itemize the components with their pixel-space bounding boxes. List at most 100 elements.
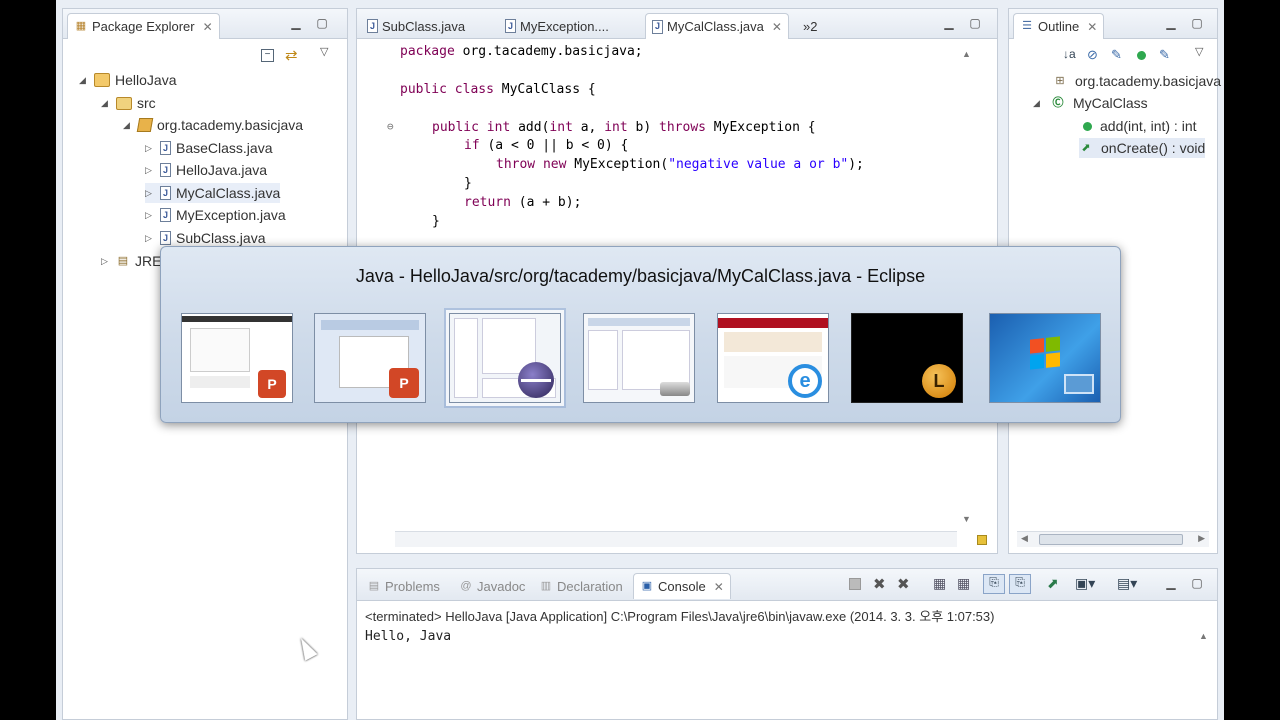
pin-console-icon[interactable]: ⬈ — [1047, 575, 1059, 592]
tree-label: MyCalClass.java — [176, 185, 281, 201]
maximize-icon[interactable]: ▢ — [316, 17, 328, 29]
link-with-editor-icon[interactable]: ⇄ — [285, 46, 298, 64]
package-explorer-icon: ▦ — [75, 20, 87, 32]
tree-item-file[interactable]: ▷ J SubClass.java — [145, 228, 266, 248]
windows-desktop-icon — [1064, 374, 1094, 394]
tab-subclass[interactable]: J SubClass.java — [361, 13, 471, 39]
outline-label: add(int, int) : int — [1100, 118, 1197, 134]
collapsed-twisty-icon[interactable]: ▷ — [145, 165, 155, 176]
scroll-down-icon[interactable]: ▼ — [962, 514, 971, 524]
scroll-left-icon[interactable]: ◀ — [1021, 533, 1028, 544]
tab-javadoc[interactable]: @ Javadoc — [453, 573, 531, 599]
remove-all-icon[interactable]: ✖ — [897, 575, 910, 593]
tab-declaration[interactable]: ▥ Declaration — [533, 573, 629, 599]
tab-label: Package Explorer — [92, 19, 195, 34]
code-line: if (a < 0 || b < 0) { — [464, 138, 629, 153]
code-line: public int add(int a, int b) throws MyEx… — [432, 120, 816, 135]
minimize-icon[interactable]: ▁ — [1165, 577, 1177, 589]
expanded-twisty-icon[interactable]: ◢ — [79, 75, 89, 86]
collapsed-twisty-icon[interactable]: ▷ — [145, 210, 155, 221]
sort-icon[interactable]: ↓a — [1063, 47, 1076, 61]
outline-item-class[interactable]: ◢ Ⓒ MyCalClass — [1033, 93, 1148, 113]
tab-outline[interactable]: ☰ Outline ✕ — [1013, 13, 1105, 39]
java-file-icon: J — [160, 163, 171, 177]
windows-logo-icon — [1030, 336, 1060, 370]
maximize-icon[interactable]: ▢ — [1191, 17, 1203, 29]
maximize-icon[interactable]: ▢ — [1191, 577, 1203, 589]
tree-item-file[interactable]: ▷ J MyCalClass.java — [145, 183, 281, 203]
scroll-up-icon[interactable]: ▲ — [1199, 631, 1208, 641]
show-stderr-icon[interactable]: ⎘ — [1009, 574, 1031, 594]
window-thumbnail[interactable] — [989, 313, 1101, 403]
tree-item-file[interactable]: ▷ J HelloJava.java — [145, 160, 267, 180]
remove-launch-icon[interactable]: ✖ — [873, 575, 886, 593]
view-menu-icon[interactable]: ▽ — [320, 45, 328, 58]
tab-problems[interactable]: ▤ Problems — [361, 573, 446, 599]
expanded-twisty-icon[interactable]: ◢ — [101, 98, 111, 109]
tree-item-src[interactable]: ◢ src — [101, 93, 156, 113]
hide-fields-icon[interactable]: ⊘ — [1087, 47, 1098, 63]
outline-item-method[interactable]: add(int, int) : int — [1083, 116, 1197, 136]
tab-myexception[interactable]: J MyException.... — [499, 13, 615, 39]
internet-explorer-icon: e — [788, 364, 822, 398]
source-folder-icon — [116, 96, 132, 110]
warning-marker-icon[interactable] — [977, 535, 987, 545]
close-icon[interactable]: ✕ — [203, 20, 213, 34]
expanded-twisty-icon[interactable]: ◢ — [123, 120, 133, 131]
outline-item-package[interactable]: ⊞ org.tacademy.basicjava — [1053, 71, 1221, 91]
tree-label: src — [137, 95, 156, 111]
tree-item-file[interactable]: ▷ J BaseClass.java — [145, 138, 273, 158]
show-stdout-icon[interactable]: ⎘ — [983, 574, 1005, 594]
horizontal-scrollbar[interactable] — [395, 531, 957, 547]
more-tabs-button[interactable]: »2 — [797, 13, 823, 39]
open-console-icon[interactable]: ▤▾ — [1117, 575, 1137, 592]
lecture-app-icon: L — [922, 364, 956, 398]
expanded-twisty-icon[interactable]: ◢ — [1033, 98, 1043, 109]
scroll-up-icon[interactable]: ▲ — [962, 49, 971, 59]
console-output[interactable]: Hello, Java — [365, 629, 451, 644]
collapsed-twisty-icon[interactable]: ▷ — [145, 143, 155, 154]
window-thumbnail-selected[interactable] — [446, 310, 564, 406]
horizontal-scrollbar[interactable]: ◀ ▶ — [1017, 531, 1209, 547]
outline-item-method[interactable]: ⬈ onCreate() : void — [1079, 138, 1206, 158]
hide-local-types-icon[interactable]: ✎ — [1159, 47, 1170, 63]
tree-label: JRE — [135, 253, 162, 269]
tree-item-file[interactable]: ▷ J MyException.java — [145, 205, 286, 225]
collapse-all-icon[interactable]: − — [261, 49, 274, 62]
minimize-icon[interactable]: ▁ — [943, 17, 955, 29]
window-thumbnail[interactable]: e — [717, 313, 829, 403]
tree-item-project[interactable]: ◢ HelloJava — [79, 70, 176, 90]
window-thumbnail[interactable]: P — [181, 313, 293, 403]
tab-mycalclass[interactable]: J MyCalClass.java ✕ — [645, 13, 789, 39]
package-icon — [136, 118, 154, 132]
collapsed-twisty-icon[interactable]: ▷ — [145, 233, 155, 244]
window-thumbnail[interactable] — [583, 313, 695, 403]
clear-console-icon[interactable]: ▦ — [933, 575, 946, 592]
minimize-icon[interactable]: ▁ — [1165, 17, 1177, 29]
display-console-icon[interactable]: ▣▾ — [1075, 575, 1095, 592]
maximize-icon[interactable]: ▢ — [969, 17, 981, 29]
tree-item-jre[interactable]: ▷ ▤ JRE — [101, 251, 161, 271]
tree-item-package[interactable]: ◢ org.tacademy.basicjava — [123, 115, 303, 135]
minimize-icon[interactable]: ▁ — [290, 17, 302, 29]
fold-toggle-icon[interactable]: ⊖ — [387, 120, 394, 133]
hide-nonpublic-icon[interactable] — [1137, 51, 1146, 60]
tab-label: MyCalClass.java — [667, 19, 764, 34]
window-thumbnail[interactable]: L — [851, 313, 963, 403]
close-icon[interactable]: ✕ — [1087, 20, 1097, 34]
eclipse-icon — [518, 362, 554, 398]
tab-package-explorer[interactable]: ▦ Package Explorer ✕ — [67, 13, 220, 39]
window-thumbnail[interactable]: P — [314, 313, 426, 403]
console-tabbar: ▤ Problems @ Javadoc ▥ Declaration ▣ Con… — [357, 569, 1217, 601]
close-icon[interactable]: ✕ — [714, 580, 724, 594]
scroll-right-icon[interactable]: ▶ — [1198, 533, 1205, 544]
scroll-lock-icon[interactable]: ▦ — [957, 575, 970, 592]
hide-static-icon[interactable]: ✎ — [1111, 47, 1122, 63]
close-icon[interactable]: ✕ — [772, 20, 782, 34]
tab-console[interactable]: ▣ Console ✕ — [633, 573, 731, 599]
scroll-thumb[interactable] — [1039, 534, 1183, 545]
collapsed-twisty-icon[interactable]: ▷ — [145, 188, 155, 199]
collapsed-twisty-icon[interactable]: ▷ — [101, 256, 111, 267]
terminate-icon[interactable] — [849, 578, 861, 590]
view-menu-icon[interactable]: ▽ — [1195, 45, 1203, 58]
